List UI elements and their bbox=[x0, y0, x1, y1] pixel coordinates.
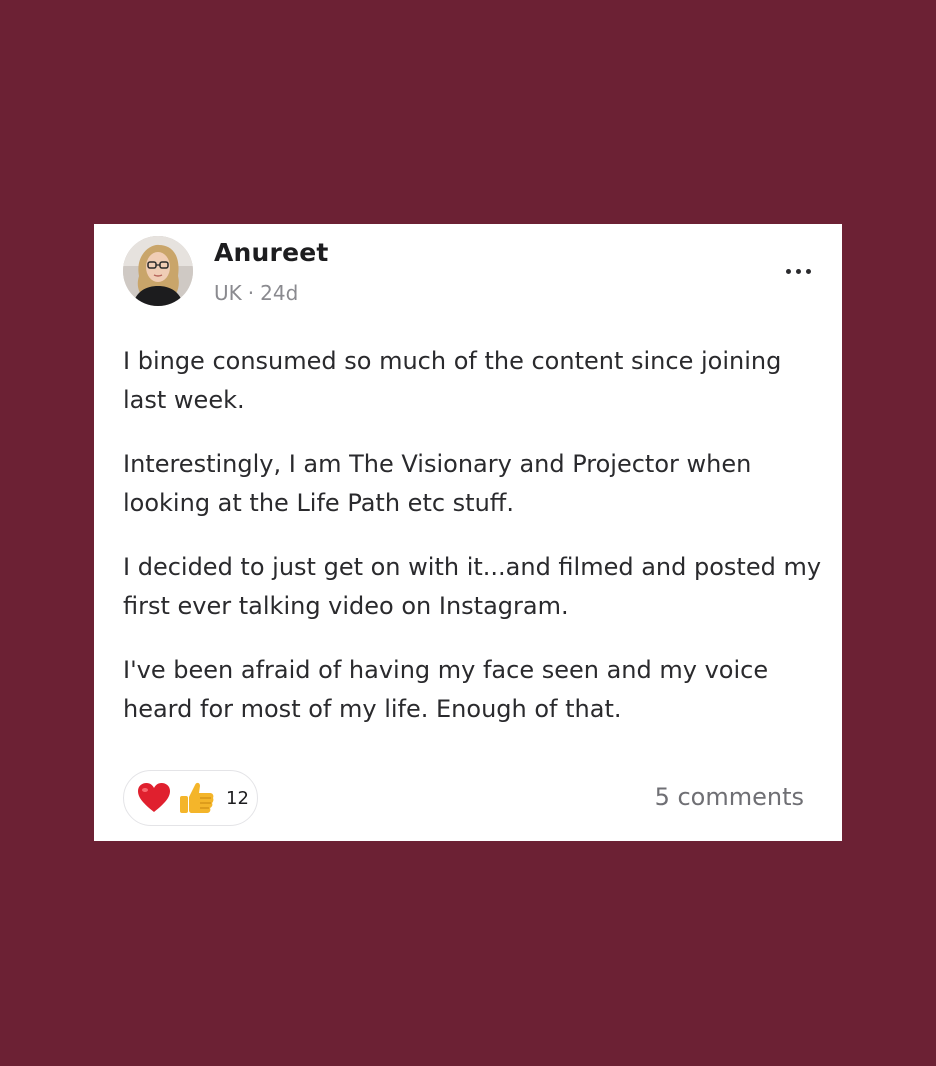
reactions-button[interactable]: 12 bbox=[123, 770, 258, 826]
author-location: UK bbox=[214, 281, 242, 305]
more-options-icon-dot bbox=[795, 268, 801, 274]
post-meta: UK · 24d bbox=[214, 281, 298, 305]
thumbs-up-icon bbox=[180, 782, 214, 813]
heart-icon bbox=[138, 783, 170, 812]
post-paragraph: I binge consumed so much of the content … bbox=[123, 347, 782, 414]
post-body: I binge consumed so much of the content … bbox=[123, 342, 823, 754]
avatar[interactable] bbox=[123, 236, 193, 306]
meta-separator: · bbox=[247, 281, 255, 305]
comments-link[interactable]: 5 comments bbox=[655, 783, 804, 811]
more-options-button[interactable] bbox=[778, 256, 818, 286]
author-name[interactable]: Anureet bbox=[214, 238, 329, 267]
avatar-image bbox=[123, 236, 193, 306]
reaction-count: 12 bbox=[226, 787, 249, 809]
post-paragraph: Interestingly, I am The Visionary and Pr… bbox=[123, 450, 752, 517]
more-options-icon-dot bbox=[805, 268, 811, 274]
post-paragraph: I decided to just get on with it...and f… bbox=[123, 553, 822, 620]
post-card: Anureet UK · 24d I binge consumed so much … bbox=[94, 224, 842, 841]
post-age: 24d bbox=[260, 281, 299, 305]
post-paragraph: I've been afraid of having my face seen … bbox=[123, 656, 769, 723]
more-options-icon bbox=[785, 268, 791, 274]
